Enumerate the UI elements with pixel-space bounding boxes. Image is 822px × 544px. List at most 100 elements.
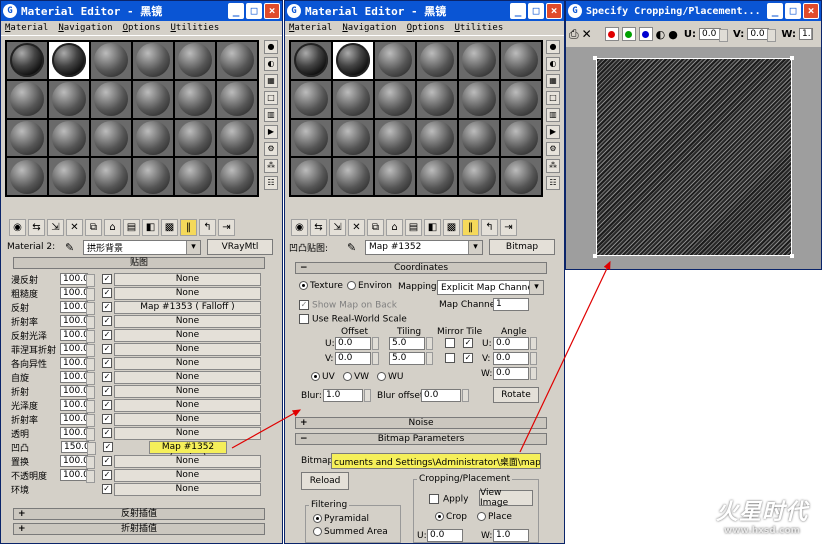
eyedropper-icon[interactable]: ✎ xyxy=(347,241,365,254)
w-angle-spinner[interactable] xyxy=(530,367,537,380)
sample-slot[interactable] xyxy=(91,42,131,79)
v-input[interactable]: 0.0 xyxy=(747,28,777,42)
blur-offset-input[interactable]: 0.0 xyxy=(421,389,461,402)
sample-slot[interactable] xyxy=(91,158,131,195)
map-slot-button[interactable]: None xyxy=(113,342,261,356)
close-button[interactable]: × xyxy=(264,3,280,19)
alpha-channel-icon[interactable]: ◐ xyxy=(656,28,666,41)
sample-slot[interactable] xyxy=(175,42,215,79)
put-to-scene-icon[interactable]: ⇆ xyxy=(310,218,327,236)
crop-w-input[interactable]: 1.0 xyxy=(493,529,529,542)
wu-radio[interactable]: WU xyxy=(377,372,404,382)
blur-offset-spinner[interactable] xyxy=(462,389,469,402)
show-map-icon[interactable]: ▩ xyxy=(443,218,460,236)
map-slot-button[interactable]: None xyxy=(113,370,261,384)
u-angle-spinner[interactable] xyxy=(530,337,537,350)
sample-slot[interactable] xyxy=(417,42,457,79)
environ-radio[interactable]: Environ xyxy=(347,281,392,291)
map-slot-button[interactable]: None xyxy=(113,454,261,468)
map-amount-input[interactable]: 100.0 xyxy=(60,385,96,399)
sample-slot[interactable] xyxy=(133,119,173,157)
map-slot-button[interactable]: None xyxy=(113,412,261,426)
map-amount-input[interactable]: 100.0 xyxy=(60,287,96,301)
close-button[interactable]: × xyxy=(546,3,562,19)
sample-slot[interactable] xyxy=(133,158,173,195)
noise-rollout-header[interactable]: + Noise xyxy=(295,417,547,429)
v-offset-spinner[interactable] xyxy=(372,352,379,365)
v-tile-checkbox[interactable]: ✓ xyxy=(463,353,473,363)
map-enable-checkbox[interactable]: ✓ xyxy=(102,386,112,396)
maximize-button[interactable]: □ xyxy=(246,3,262,19)
options-icon[interactable]: ⚙ xyxy=(546,142,560,156)
crop-handle-top-right[interactable] xyxy=(790,56,794,60)
u-tile-checkbox[interactable]: ✓ xyxy=(463,338,473,348)
crop-u-input[interactable]: 0.0 xyxy=(427,529,463,542)
map-amount-input[interactable]: 100.0 xyxy=(60,455,96,469)
sample-slot[interactable] xyxy=(217,80,257,118)
pyramidal-radio[interactable]: Pyramidal xyxy=(313,514,369,524)
material-navigator-icon[interactable]: ☷ xyxy=(264,176,278,190)
sample-slot[interactable] xyxy=(375,158,415,195)
w-angle-input[interactable]: 0.0 xyxy=(493,367,529,380)
material-effects-icon[interactable]: ◧ xyxy=(424,218,441,236)
menu-options[interactable]: Options xyxy=(407,23,445,33)
show-map-on-back-checkbox[interactable]: ✓ Show Map on Back xyxy=(299,300,397,311)
sample-slot[interactable] xyxy=(459,80,499,118)
sample-slot[interactable] xyxy=(133,42,173,79)
map-enable-checkbox[interactable]: ✓ xyxy=(102,428,112,438)
sample-slot[interactable] xyxy=(291,42,331,79)
mono-icon[interactable]: ● xyxy=(668,28,678,41)
menu-options[interactable]: Options xyxy=(123,23,161,33)
map-amount-input[interactable]: 100.0 xyxy=(60,399,96,413)
reflect-interp-rollout[interactable]: + 反射插值 xyxy=(13,508,265,520)
minimize-button[interactable]: _ xyxy=(767,3,783,19)
eyedropper-icon[interactable]: ✎ xyxy=(65,241,83,254)
coordinates-rollout-header[interactable]: − Coordinates xyxy=(295,262,547,274)
uv-radio[interactable]: UV xyxy=(311,372,335,382)
place-radio[interactable]: Place xyxy=(477,512,512,522)
map-slot-button[interactable]: None xyxy=(113,482,261,496)
material-navigator-icon[interactable]: ☷ xyxy=(546,176,560,190)
sample-slot[interactable] xyxy=(91,80,131,118)
real-world-scale-checkbox[interactable]: Use Real-World Scale xyxy=(299,314,407,325)
vw-radio[interactable]: VW xyxy=(343,372,369,382)
maximize-button[interactable]: □ xyxy=(785,3,801,19)
put-to-library-icon[interactable]: ▤ xyxy=(405,218,422,236)
minimize-button[interactable]: _ xyxy=(228,3,244,19)
show-map-icon[interactable]: ▩ xyxy=(161,218,178,236)
map-slot-button[interactable]: None xyxy=(113,272,261,286)
map-slot-button[interactable]: None xyxy=(113,398,261,412)
make-preview-icon[interactable]: ▶ xyxy=(264,125,278,139)
map-amount-input[interactable]: 100.0 xyxy=(60,469,96,483)
sample-slot[interactable] xyxy=(417,80,457,118)
u-tiling-input[interactable]: 5.0 xyxy=(389,337,425,350)
sample-slot[interactable] xyxy=(375,119,415,157)
crop-radio[interactable]: Crop xyxy=(435,512,467,522)
background-icon[interactable]: ▦ xyxy=(546,74,560,88)
u-mirror-checkbox[interactable] xyxy=(445,338,455,348)
sample-slot[interactable] xyxy=(217,42,257,79)
minimize-button[interactable]: _ xyxy=(510,3,526,19)
close-button[interactable]: × xyxy=(803,3,819,19)
make-unique-icon[interactable]: ⌂ xyxy=(104,218,121,236)
sample-slot[interactable] xyxy=(375,80,415,118)
map-enable-checkbox[interactable]: ✓ xyxy=(102,274,112,284)
sample-slot[interactable] xyxy=(501,42,541,79)
sample-slot[interactable] xyxy=(49,80,89,118)
title-bar[interactable]: G Material Editor - 黑镜 _ □ × xyxy=(285,1,564,21)
crop-handle-bottom-right[interactable] xyxy=(790,254,794,258)
menu-navigation[interactable]: Navigation xyxy=(58,23,112,33)
menu-utilities[interactable]: Utilities xyxy=(171,23,220,33)
map-enable-checkbox[interactable]: ✓ xyxy=(102,302,112,312)
v-tiling-spinner[interactable] xyxy=(426,352,433,365)
assign-material-icon[interactable]: ⇲ xyxy=(329,218,346,236)
blue-channel-icon[interactable] xyxy=(638,27,653,41)
copy-material-icon[interactable]: ⧉ xyxy=(367,218,384,236)
assign-material-icon[interactable]: ⇲ xyxy=(47,218,64,236)
video-color-icon[interactable]: ▥ xyxy=(546,108,560,122)
map-amount-input[interactable]: 100.0 xyxy=(60,413,96,427)
map-amount-input[interactable]: 100.0 xyxy=(60,301,96,315)
v-offset-input[interactable]: 0.0 xyxy=(335,352,371,365)
show-end-result-icon[interactable]: ‖ xyxy=(180,218,197,236)
crop-handle-top-left[interactable] xyxy=(593,56,597,60)
